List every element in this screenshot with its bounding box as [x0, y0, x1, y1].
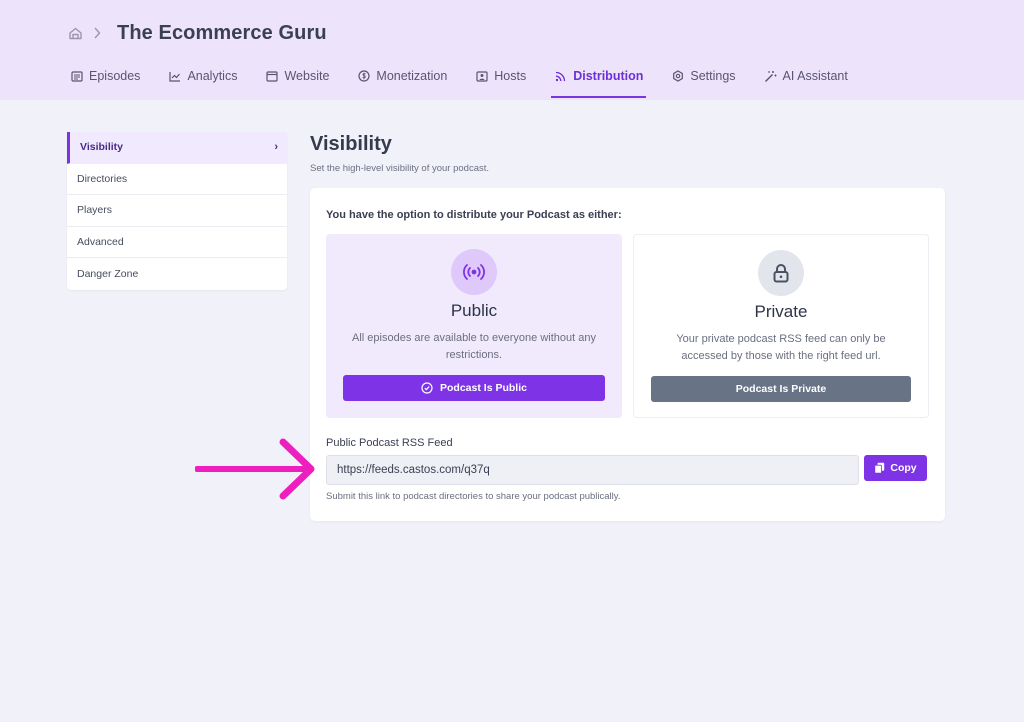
sidebar-item-label: Visibility: [80, 141, 123, 154]
tab-ai-assistant[interactable]: AI Assistant: [764, 62, 848, 90]
podcast-is-private-button[interactable]: Podcast Is Private: [651, 376, 911, 402]
tab-label: Episodes: [89, 69, 141, 83]
magic-wand-icon: [764, 70, 777, 83]
visibility-intro: You have the option to distribute your P…: [326, 209, 622, 221]
tab-episodes[interactable]: Episodes: [70, 62, 140, 90]
gear-icon: [671, 70, 684, 83]
tab-label: Analytics: [187, 69, 238, 83]
public-option-description: All episodes are available to everyone w…: [352, 332, 596, 361]
tab-distribution[interactable]: Distribution: [551, 62, 647, 98]
sidebar-item-danger-zone[interactable]: Danger Zone: [67, 258, 287, 290]
private-option-card[interactable]: Private Your private podcast RSS feed ca…: [633, 234, 929, 418]
rss-icon: [554, 70, 567, 83]
browser-icon: [265, 70, 278, 83]
tab-label: Hosts: [494, 69, 527, 83]
chevron-right-icon: ›: [274, 141, 278, 154]
list-icon: [70, 70, 83, 83]
sidebar-item-label: Danger Zone: [77, 267, 139, 280]
sidebar-item-directories[interactable]: Directories: [67, 164, 287, 195]
sidebar-item-label: Directories: [77, 172, 128, 185]
copy-icon: [874, 462, 885, 474]
private-option-title: Private: [754, 302, 808, 321]
tab-label: Monetization: [376, 69, 448, 83]
page-subtitle: Set the high-level visibility of your po…: [310, 163, 490, 174]
sidebar-item-players[interactable]: Players: [67, 195, 287, 227]
check-circle-icon: [421, 382, 433, 394]
button-label: Copy: [890, 462, 917, 474]
podcast-title: The Ecommerce Guru: [117, 21, 327, 44]
tab-label: Website: [284, 69, 330, 83]
visibility-sidebar: Visibility › Directories Players Advance…: [67, 132, 287, 290]
copy-feed-button[interactable]: Copy: [864, 455, 927, 481]
sidebar-item-visibility[interactable]: Visibility ›: [67, 132, 287, 164]
dollar-icon: [357, 70, 370, 83]
rss-feed-label: Public Podcast RSS Feed: [326, 437, 453, 449]
tab-label: AI Assistant: [782, 69, 848, 83]
rss-feed-help-text: Submit this link to podcast directories …: [326, 491, 621, 502]
page-title: Visibility: [310, 133, 392, 155]
sidebar-item-label: Advanced: [77, 235, 124, 248]
tab-hosts[interactable]: Hosts: [475, 62, 526, 90]
rss-feed-url-field[interactable]: [326, 455, 859, 485]
chevron-right-icon: [93, 26, 105, 40]
button-label: Podcast Is Private: [735, 383, 827, 395]
lock-icon: [758, 250, 804, 296]
main-tabs: Episodes Analytics Website Monetization …: [70, 62, 876, 98]
podcast-is-public-button[interactable]: Podcast Is Public: [343, 375, 605, 401]
public-option-card[interactable]: Public All episodes are available to eve…: [326, 234, 622, 418]
visibility-card: You have the option to distribute your P…: [310, 188, 945, 521]
chart-icon: [168, 70, 181, 83]
button-label: Podcast Is Public: [440, 382, 527, 394]
top-header: The Ecommerce Guru Episodes Analytics We…: [0, 0, 1024, 100]
public-option-title: Public: [450, 301, 498, 320]
sidebar-item-advanced[interactable]: Advanced: [67, 227, 287, 258]
tab-website[interactable]: Website: [265, 62, 329, 90]
pointer-arrow-icon: [195, 438, 315, 500]
broadcast-icon: [451, 249, 497, 295]
person-icon: [475, 70, 488, 83]
tab-label: Settings: [690, 69, 736, 83]
private-option-description: Your private podcast RSS feed can only b…: [676, 333, 886, 362]
tab-monetization[interactable]: Monetization: [357, 62, 447, 90]
home-icon[interactable]: [67, 25, 83, 41]
sidebar-item-label: Players: [77, 204, 113, 217]
tab-analytics[interactable]: Analytics: [168, 62, 237, 90]
tab-settings[interactable]: Settings: [671, 62, 736, 90]
breadcrumb: The Ecommerce Guru: [67, 20, 327, 46]
tab-label: Distribution: [573, 69, 644, 83]
